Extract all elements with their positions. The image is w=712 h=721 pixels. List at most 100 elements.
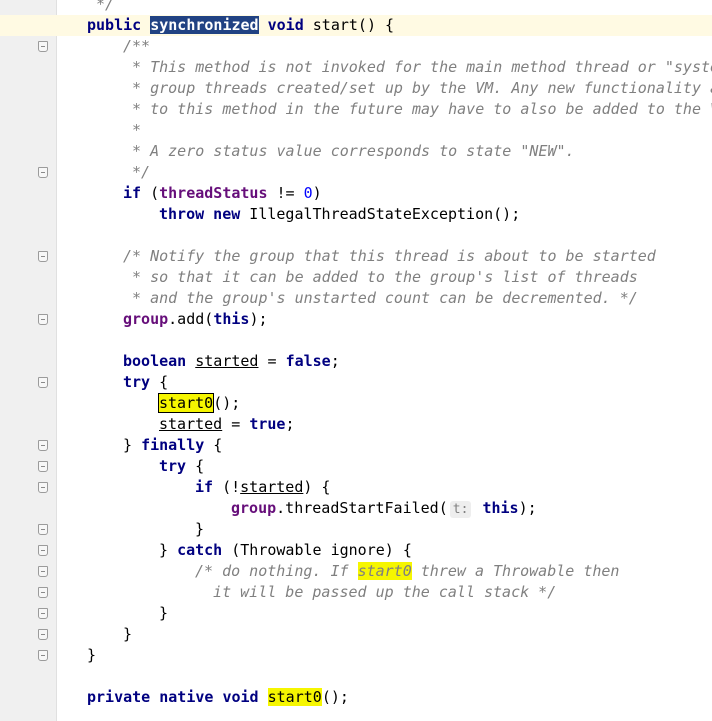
code-token: (Throwable ignore) { (222, 541, 412, 559)
code-line[interactable]: if (!started) { (0, 477, 712, 498)
code-token: /* do nothing. If (195, 562, 358, 580)
code-line[interactable]: boolean started = false; (0, 351, 712, 372)
code-line-text: } (87, 645, 96, 666)
code-line[interactable]: group.threadStartFailed(t: this); (0, 498, 712, 519)
code-token: threadStatus (159, 184, 268, 202)
code-line-text: * to this method in the future may have … (123, 99, 712, 120)
code-token: * A zero status value corresponds to sta… (123, 142, 575, 160)
code-token: ; (285, 415, 295, 433)
code-token: { (150, 373, 169, 391)
code-line[interactable]: */ (0, 162, 712, 183)
code-line[interactable]: */ (0, 0, 712, 15)
code-line[interactable]: } catch (Throwable ignore) { (0, 540, 712, 561)
code-token: { (204, 436, 223, 454)
code-line[interactable]: /* do nothing. If start0 threw a Throwab… (0, 561, 712, 582)
code-token: } (123, 436, 142, 454)
code-line[interactable]: } (0, 603, 712, 624)
code-token: .threadStartFailed( (276, 499, 448, 517)
code-token: ; (330, 352, 340, 370)
code-line[interactable]: public synchronized void start() { (0, 15, 712, 36)
code-line-text: started = true; (159, 414, 294, 435)
code-line[interactable]: if (threadStatus != 0) (0, 183, 712, 204)
code-token: true (249, 415, 286, 433)
code-line[interactable]: * to this method in the future may have … (0, 99, 712, 120)
code-line[interactable]: try { (0, 372, 712, 393)
code-token: * and the group's unstarted count can be… (123, 289, 638, 307)
code-token: != (267, 184, 304, 202)
code-line-text: start0(); (157, 393, 240, 414)
code-token: public (87, 16, 142, 34)
code-line[interactable]: * This method is not invoked for the mai… (0, 57, 712, 78)
code-token: 0 (303, 184, 313, 202)
code-line[interactable]: } (0, 624, 712, 645)
code-line[interactable]: /* Notify the group that this thread is … (0, 246, 712, 267)
code-token: it will be passed up the call stack */ (195, 583, 557, 601)
code-token: this (213, 310, 250, 328)
code-token: = (222, 415, 250, 433)
code-token: = (258, 352, 286, 370)
code-token: throw new (159, 205, 241, 223)
code-token: * to this method in the future may have … (123, 100, 712, 118)
code-token: catch (177, 541, 223, 559)
code-line[interactable]: try { (0, 456, 712, 477)
code-line-text: } (159, 603, 168, 624)
code-line[interactable]: } (0, 519, 712, 540)
code-line-text: it will be passed up the call stack */ (195, 582, 556, 603)
code-token: threw a Throwable then (411, 562, 620, 580)
code-line-text: if (!started) { (195, 477, 330, 498)
code-line[interactable]: } (0, 645, 712, 666)
code-token: group (231, 499, 277, 517)
code-token: start0 (157, 393, 215, 413)
code-line[interactable] (0, 666, 712, 687)
code-line-text: /** (123, 36, 150, 57)
code-line-text: group.threadStartFailed(t: this); (231, 498, 537, 519)
code-line[interactable]: } finally { (0, 435, 712, 456)
code-token: /** (123, 37, 151, 55)
code-token: } (195, 520, 205, 538)
code-line[interactable]: * (0, 120, 712, 141)
code-token: started (240, 478, 304, 496)
code-editor[interactable]: */public synchronized void start() {/** … (0, 0, 712, 721)
code-line[interactable]: * and the group's unstarted count can be… (0, 288, 712, 309)
code-line-text: if (threadStatus != 0) (123, 183, 322, 204)
code-token: */ (87, 0, 115, 13)
code-line[interactable]: * so that it can be added to the group's… (0, 267, 712, 288)
code-line[interactable]: * A zero status value corresponds to sta… (0, 141, 712, 162)
code-token: try (123, 373, 151, 391)
code-line[interactable]: started = true; (0, 414, 712, 435)
code-line[interactable]: group.add(this); (0, 309, 712, 330)
code-token: .add( (168, 310, 214, 328)
code-line-text: */ (123, 162, 150, 183)
code-token: if (195, 478, 214, 496)
code-token: ) { (303, 478, 331, 496)
code-line[interactable]: throw new IllegalThreadStateException(); (0, 204, 712, 225)
code-token: (! (213, 478, 241, 496)
code-line[interactable] (0, 225, 712, 246)
code-token: ( (141, 184, 160, 202)
code-token: * (123, 121, 142, 139)
code-token: this (482, 499, 519, 517)
code-line-text: private native void start0(); (87, 687, 349, 708)
code-line[interactable]: it will be passed up the call stack */ (0, 582, 712, 603)
code-line[interactable]: private native void start0(); (0, 687, 712, 708)
code-token: start0 (267, 688, 322, 706)
code-line-text: group.add(this); (123, 309, 268, 330)
code-line[interactable]: /** (0, 36, 712, 57)
code-token: ) (312, 184, 322, 202)
code-token: if (123, 184, 142, 202)
code-line-text: * This method is not invoked for the mai… (123, 57, 712, 78)
code-line[interactable] (0, 330, 712, 351)
code-line[interactable]: start0(); (0, 393, 712, 414)
code-line-text: } finally { (123, 435, 222, 456)
code-line-text: } catch (Throwable ignore) { (159, 540, 412, 561)
code-token: */ (123, 163, 151, 181)
code-token: private native void (87, 688, 259, 706)
code-line-text: public synchronized void start() { (87, 15, 394, 36)
code-token: false (285, 352, 331, 370)
code-line[interactable]: * group threads created/set up by the VM… (0, 78, 712, 99)
code-token: } (87, 646, 97, 664)
